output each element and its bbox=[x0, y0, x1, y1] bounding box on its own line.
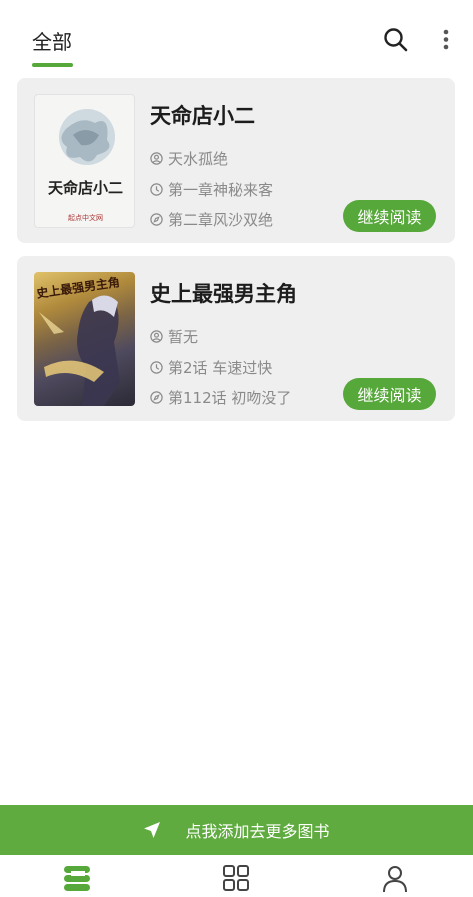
bottom-nav bbox=[0, 855, 473, 897]
last-chapter-text: 第一章神秘来客 bbox=[168, 181, 274, 199]
nav-discover[interactable] bbox=[221, 863, 251, 893]
add-more-books-banner[interactable]: 点我添加去更多图书 bbox=[0, 805, 473, 855]
compass-icon bbox=[150, 213, 163, 226]
bookshelf-icon bbox=[64, 866, 90, 891]
cover-art bbox=[59, 109, 115, 165]
book-cover: 史上最强男主角 bbox=[34, 272, 135, 406]
clock-icon bbox=[150, 361, 163, 374]
book-author: 暂无 bbox=[150, 326, 198, 347]
search-icon bbox=[384, 28, 408, 52]
book-author: 天水孤绝 bbox=[150, 148, 228, 169]
compass-icon bbox=[150, 391, 163, 404]
continue-reading-button[interactable]: 继续阅读 bbox=[343, 378, 436, 410]
author-text: 暂无 bbox=[168, 328, 199, 346]
book-card[interactable]: 史上最强男主角 史上最强男主角 暂无 第2话 车速过快 第112话 初吻没了 继… bbox=[17, 256, 455, 421]
book-title: 史上最强男主角 bbox=[150, 282, 297, 306]
book-card[interactable]: 天命店小二 起点中文网 天命店小二 天水孤绝 第一章神秘来客 第二章风沙双绝 继… bbox=[17, 78, 455, 243]
continue-reading-button[interactable]: 继续阅读 bbox=[343, 200, 436, 232]
book-last-chapter: 第2话 车速过快 bbox=[150, 357, 272, 378]
more-options-button[interactable] bbox=[434, 24, 458, 56]
add-more-books-label: 点我添加去更多图书 bbox=[185, 822, 330, 841]
header: 全部 bbox=[0, 0, 473, 78]
user-icon bbox=[150, 152, 163, 165]
current-chapter-text: 第二章风沙双绝 bbox=[168, 211, 274, 229]
tab-all[interactable]: 全部 bbox=[32, 26, 72, 55]
book-cover: 天命店小二 起点中文网 bbox=[34, 94, 135, 228]
book-current-chapter: 第112话 初吻没了 bbox=[150, 387, 291, 408]
author-text: 天水孤绝 bbox=[168, 150, 229, 168]
current-chapter-text: 第112话 初吻没了 bbox=[168, 389, 292, 407]
nav-bookshelf[interactable] bbox=[62, 863, 92, 893]
cover-title: 天命店小二 bbox=[47, 179, 123, 197]
user-icon bbox=[150, 330, 163, 343]
grid-icon bbox=[223, 865, 249, 891]
tab-all-underline bbox=[32, 63, 73, 67]
clock-icon bbox=[150, 183, 163, 196]
book-last-chapter: 第一章神秘来客 bbox=[150, 179, 273, 200]
navigation-arrow-icon bbox=[144, 822, 161, 838]
nav-profile[interactable] bbox=[380, 863, 410, 893]
book-title: 天命店小二 bbox=[150, 104, 255, 128]
search-button[interactable] bbox=[380, 24, 412, 56]
more-vertical-icon bbox=[443, 29, 449, 50]
book-current-chapter: 第二章风沙双绝 bbox=[150, 209, 273, 230]
last-chapter-text: 第2话 车速过快 bbox=[168, 359, 273, 377]
profile-icon bbox=[383, 866, 407, 893]
cover-publisher: 起点中文网 bbox=[68, 214, 103, 222]
